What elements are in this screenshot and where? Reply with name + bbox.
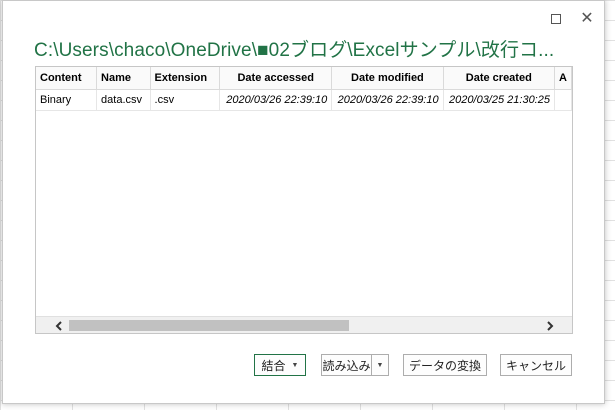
scrollbar-thumb[interactable] (69, 320, 349, 331)
load-button-label: 読み込み (322, 358, 371, 373)
scroll-right-icon[interactable] (541, 317, 558, 333)
chevron-down-icon: ▼ (291, 361, 299, 369)
horizontal-scrollbar[interactable] (36, 316, 572, 333)
column-header-attributes[interactable]: A (554, 67, 572, 90)
column-header-extension[interactable]: Extension (150, 67, 221, 90)
combine-button-label: 結合 (261, 358, 286, 373)
column-header-name[interactable]: Name (96, 67, 151, 90)
scroll-left-icon[interactable] (50, 317, 67, 333)
power-query-dialog: ✕ C:\Users\chaco\OneDrive\■02ブログ\Excelサン… (2, 0, 605, 404)
column-header-content[interactable]: Content (36, 67, 98, 90)
transform-data-button[interactable]: データの変換 (403, 354, 487, 376)
combine-button[interactable]: 結合 ▼ (254, 354, 306, 376)
cell-date-accessed[interactable]: 2020/03/26 22:39:10 (219, 89, 333, 111)
cell-content[interactable]: Binary (36, 89, 98, 111)
load-dropdown-button[interactable]: ▼ (372, 354, 389, 376)
column-header-date-created[interactable]: Date created (443, 67, 555, 90)
cancel-button[interactable]: キャンセル (500, 354, 572, 376)
maximize-button[interactable] (546, 9, 566, 29)
cell-name[interactable]: data.csv (96, 89, 151, 111)
cancel-button-label: キャンセル (505, 358, 566, 373)
dialog-title: C:\Users\chaco\OneDrive\■02ブログ\Excelサンプル… (34, 40, 555, 61)
cell-date-created[interactable]: 2020/03/25 21:30:25 (443, 89, 555, 111)
cell-attributes[interactable] (554, 89, 572, 111)
cell-extension[interactable]: .csv (150, 89, 221, 111)
column-header-date-accessed[interactable]: Date accessed (219, 67, 333, 90)
table-header-row: Content Name Extension Date accessed Dat… (36, 67, 572, 90)
maximize-icon (551, 14, 561, 24)
column-header-date-modified[interactable]: Date modified (331, 67, 444, 90)
table-row[interactable]: Binary data.csv .csv 2020/03/26 22:39:10… (36, 89, 572, 111)
close-icon: ✕ (580, 10, 594, 27)
chevron-down-icon: ▼ (376, 361, 384, 369)
cell-date-modified[interactable]: 2020/03/26 22:39:10 (331, 89, 444, 111)
file-preview-table: Content Name Extension Date accessed Dat… (35, 66, 573, 334)
transform-data-button-label: データの変換 (408, 358, 481, 373)
load-button[interactable]: 読み込み (321, 354, 372, 376)
close-button[interactable]: ✕ (577, 9, 597, 29)
